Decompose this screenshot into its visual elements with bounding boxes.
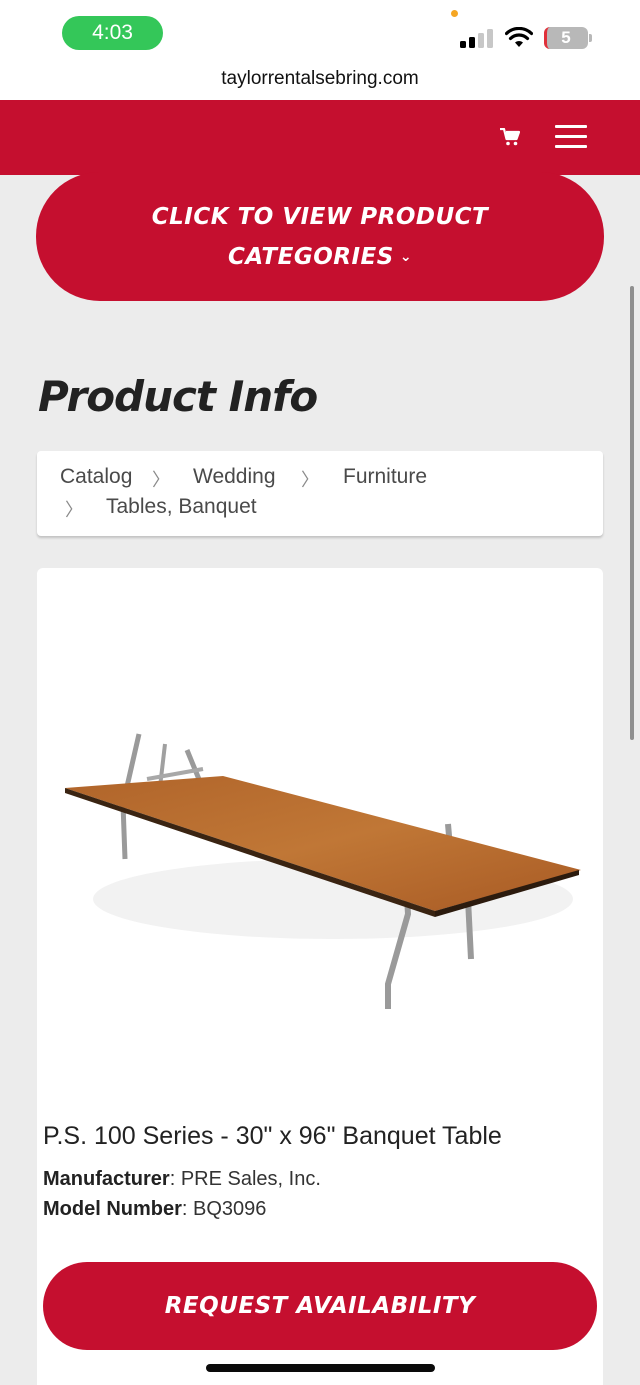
hamburger-menu-icon[interactable] [555, 125, 587, 149]
breadcrumb: Catalog 〉 Wedding 〉 Furniture 〉 Tables, … [37, 451, 603, 536]
chevron-down-icon: ⌄ [399, 248, 413, 265]
category-button-line2: categories [227, 243, 394, 270]
category-button-line1: Click to view product [151, 203, 489, 230]
breadcrumb-separator-icon: 〉 [301, 470, 319, 490]
breadcrumb-tables-banquet: Tables, Banquet [106, 495, 257, 518]
site-header [0, 100, 640, 175]
home-indicator[interactable] [206, 1364, 435, 1372]
banquet-table-image [65, 733, 581, 1009]
breadcrumb-separator-icon: 〉 [65, 500, 83, 520]
product-name: P.S. 100 Series - 30" x 96" Banquet Tabl… [43, 1122, 502, 1150]
page-scrollbar[interactable] [630, 286, 634, 740]
product-manufacturer: Manufacturer: PRE Sales, Inc. [43, 1168, 321, 1190]
request-availability-button[interactable]: Request Availability [43, 1262, 597, 1350]
status-bar: 4:03 5 taylorrentalsebring.com [0, 0, 640, 100]
wifi-icon [505, 27, 533, 47]
page-title: Product Info [38, 372, 318, 421]
status-time: 4:03 [62, 16, 163, 50]
product-card: P.S. 100 Series - 30" x 96" Banquet Tabl… [37, 568, 603, 1385]
battery-level: 5 [561, 28, 571, 47]
cart-icon[interactable] [500, 128, 520, 146]
cellular-signal-icon [460, 28, 494, 48]
address-bar-url[interactable]: taylorrentalsebring.com [0, 68, 640, 90]
battery-icon: 5 [544, 27, 592, 49]
privacy-indicator-dot [451, 10, 458, 17]
breadcrumb-separator-icon: 〉 [152, 470, 170, 490]
view-product-categories-button[interactable]: Click to view product categories ⌄ [36, 172, 604, 301]
breadcrumb-furniture[interactable]: Furniture [343, 465, 427, 489]
manufacturer-label: Manufacturer [43, 1168, 170, 1190]
manufacturer-value: PRE Sales, Inc. [180, 1168, 321, 1190]
model-number-label: Model Number [43, 1198, 182, 1220]
model-number-value: BQ3096 [193, 1198, 267, 1220]
breadcrumb-wedding[interactable]: Wedding [193, 465, 276, 489]
breadcrumb-catalog[interactable]: Catalog [60, 465, 132, 489]
product-model-number: Model Number: BQ3096 [43, 1198, 267, 1220]
